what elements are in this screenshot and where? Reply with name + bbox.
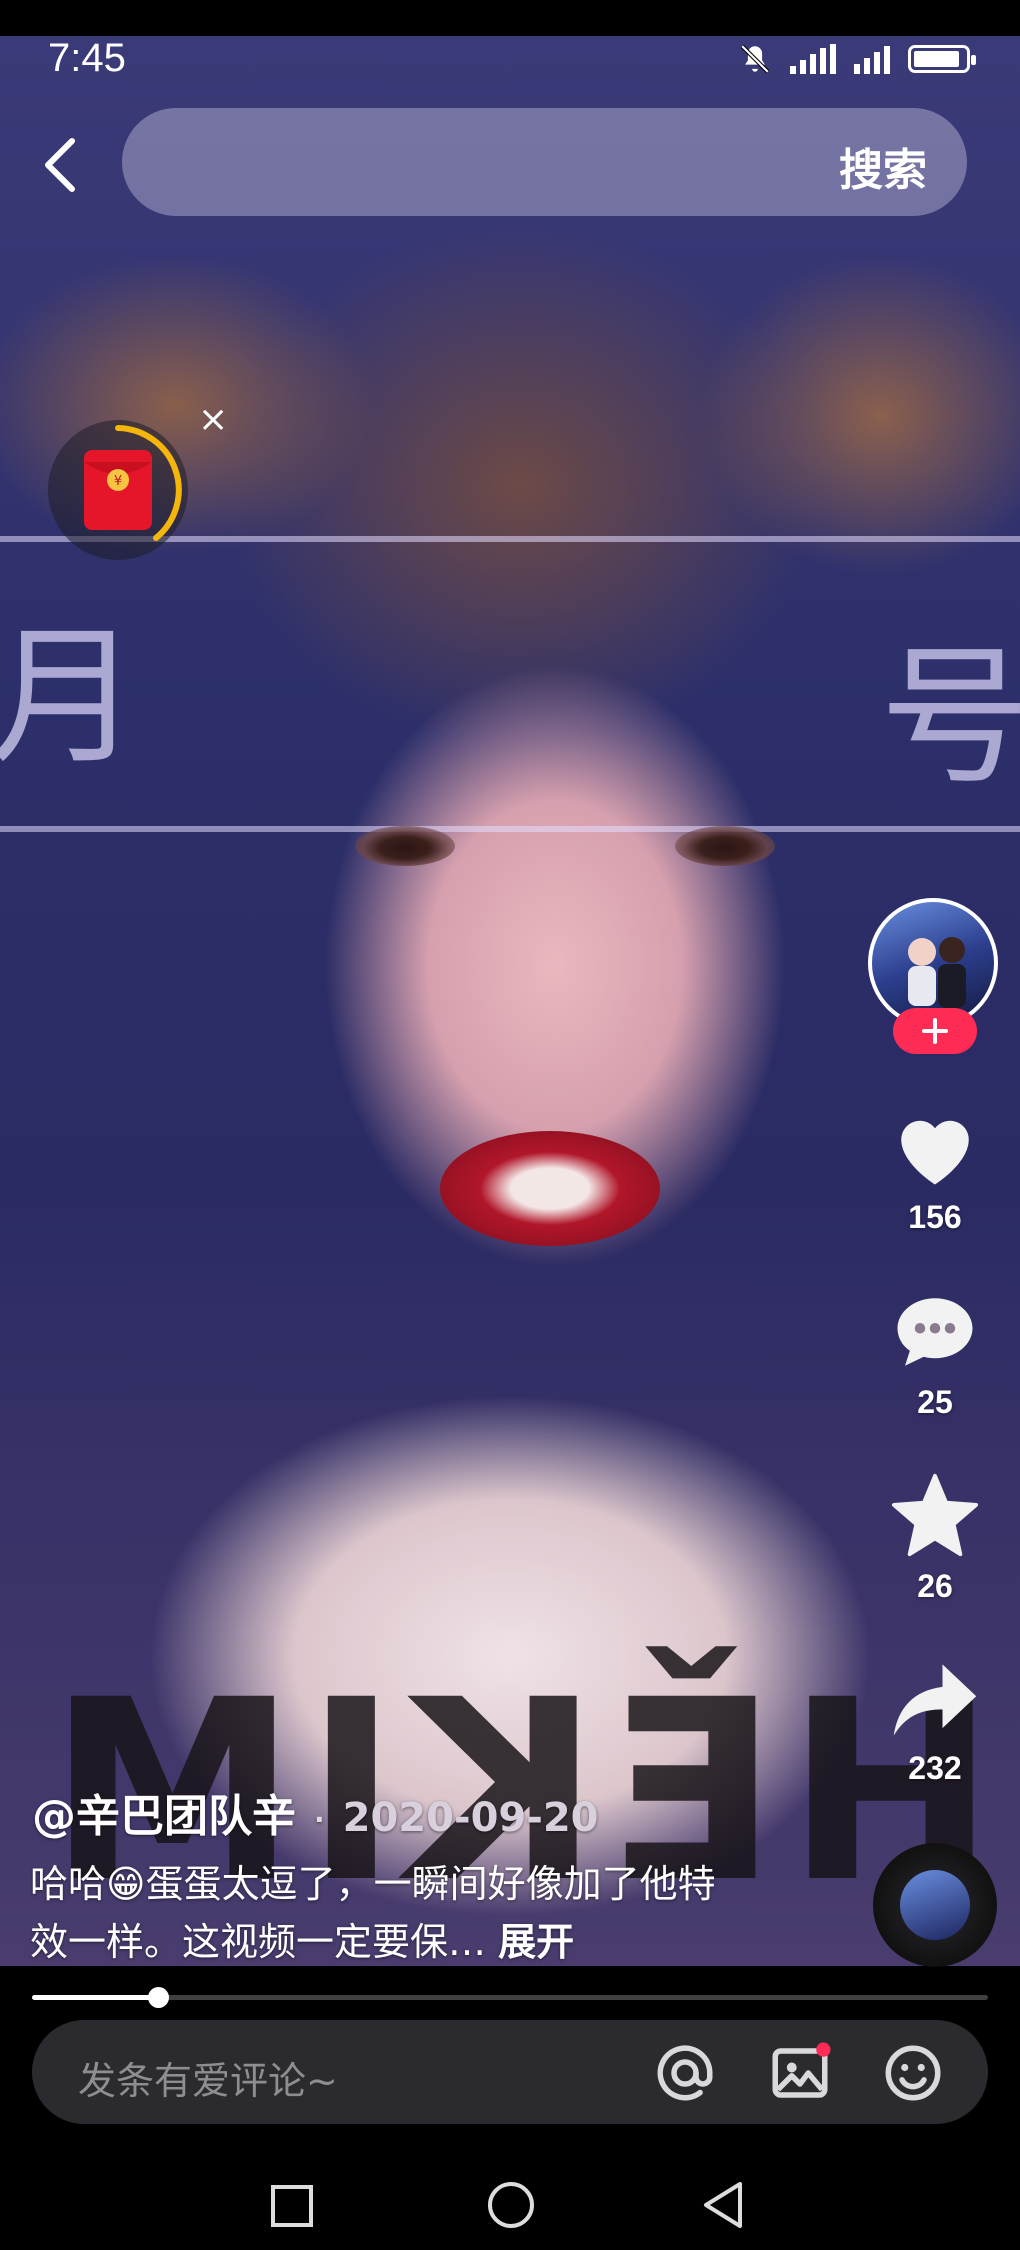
mute-icon [740,44,770,74]
comment-count: 25 [917,1384,953,1420]
expand-link[interactable]: 展开 [498,1920,574,1964]
favorite-button[interactable]: 26 [880,1472,990,1605]
search-bar[interactable]: 搜索 [122,108,967,216]
video-progress-bar[interactable] [32,1987,988,2008]
status-time: 7:45 [48,36,126,80]
video-player[interactable]: 月 号 MHĚKIM [0,36,1020,1966]
recents-square-icon[interactable] [270,2184,314,2228]
chevron-left-icon [45,138,75,192]
comment-input[interactable]: 发条有爱评论~ [32,2020,988,2124]
share-icon [893,1664,977,1736]
background-sign: 月 [0,611,141,785]
caption-text: 哈哈😁蛋蛋太逗了，一瞬间好像加了他特效一样。这视频一定要保… [30,1862,716,1964]
comment-button[interactable]: 25 [880,1290,990,1421]
avatar-image [908,937,966,1008]
post-date: 2020-09-20 [342,1795,599,1841]
music-cover [900,1870,970,1940]
comment-placeholder: 发条有爱评论~ [78,2059,338,2103]
separator-dot: · [314,1802,325,1836]
post-meta: @辛巴团队辛 · 2020-09-20 [32,1780,599,1844]
status-bar: 7:45 [0,0,1020,112]
plus-icon [922,1018,948,1044]
back-button[interactable] [30,125,90,205]
red-packet-widget[interactable]: ¥ [48,420,188,560]
background-sign: 号 [880,631,1020,805]
post-caption: 哈哈😁蛋蛋太逗了，一瞬间好像加了他特效一样。这视频一定要保… 展开 [30,1855,730,1971]
red-envelope-icon: ¥ [84,450,152,530]
cellular-signal-icon [790,44,836,74]
status-icons [738,42,976,76]
share-button[interactable]: 232 [880,1660,990,1787]
share-count: 232 [908,1750,962,1786]
progress-handle[interactable] [148,1987,170,2008]
progress-fill [32,1995,159,2000]
favorite-count: 26 [917,1568,953,1604]
cellular-signal-icon [854,44,890,74]
back-triangle-icon[interactable] [700,2180,746,2230]
face-mouth [440,1131,660,1246]
system-nav-bar [0,2150,1020,2250]
stage-decoration [0,826,1020,832]
heart-icon [901,1120,969,1185]
author-name[interactable]: @辛巴团队辛 [32,1791,296,1842]
home-circle-icon[interactable] [486,2180,536,2230]
svg-text:¥: ¥ [114,474,122,489]
face-eye [355,826,455,866]
close-icon[interactable]: × [198,402,228,438]
search-button[interactable]: 搜索 [839,134,927,198]
comment-icon [897,1298,973,1366]
follow-button[interactable] [893,1008,977,1054]
music-disc[interactable] [873,1843,997,1967]
star-icon [892,1473,978,1557]
like-button[interactable]: 156 [880,1105,990,1236]
image-icon[interactable] [767,2040,833,2106]
mention-icon[interactable] [652,2040,718,2106]
like-count: 156 [908,1199,962,1235]
battery-icon [908,45,976,73]
emoji-icon[interactable] [880,2040,946,2106]
face-eye [675,826,775,866]
